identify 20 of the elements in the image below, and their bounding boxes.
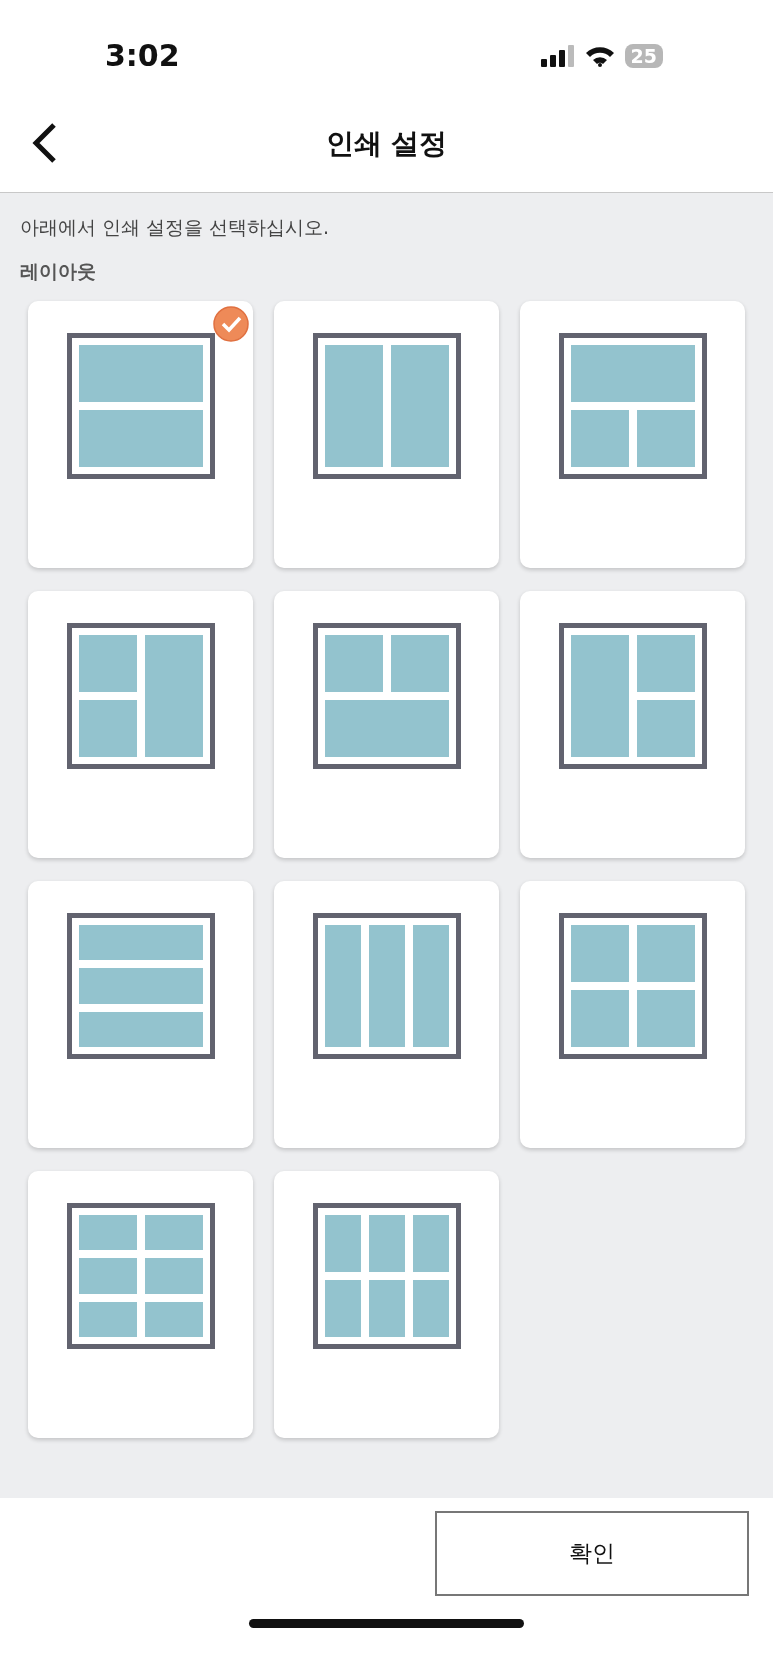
confirm-button[interactable]: 확인 xyxy=(435,1511,749,1596)
layout-option[interactable] xyxy=(28,301,253,568)
layout-option[interactable] xyxy=(274,1171,499,1438)
layout-option[interactable] xyxy=(28,591,253,858)
layout-option[interactable] xyxy=(520,591,745,858)
layout-option[interactable] xyxy=(520,881,745,1148)
back-icon[interactable] xyxy=(30,122,58,164)
clock-time: 3:02 xyxy=(105,38,180,73)
layout-option[interactable] xyxy=(274,591,499,858)
screen-title: 인쇄 설정 xyxy=(325,125,448,162)
wifi-icon xyxy=(584,44,615,67)
layout-option[interactable] xyxy=(28,881,253,1148)
signal-icon xyxy=(540,44,575,67)
battery-level: 25 xyxy=(624,43,663,68)
layout-option[interactable] xyxy=(28,1171,253,1438)
instruction-text: 아래에서 인쇄 설정을 선택하십시오. xyxy=(20,215,331,240)
section-label: 레이아웃 xyxy=(20,259,97,284)
layout-option[interactable] xyxy=(520,301,745,568)
layout-option[interactable] xyxy=(274,881,499,1148)
layout-option[interactable] xyxy=(274,301,499,568)
